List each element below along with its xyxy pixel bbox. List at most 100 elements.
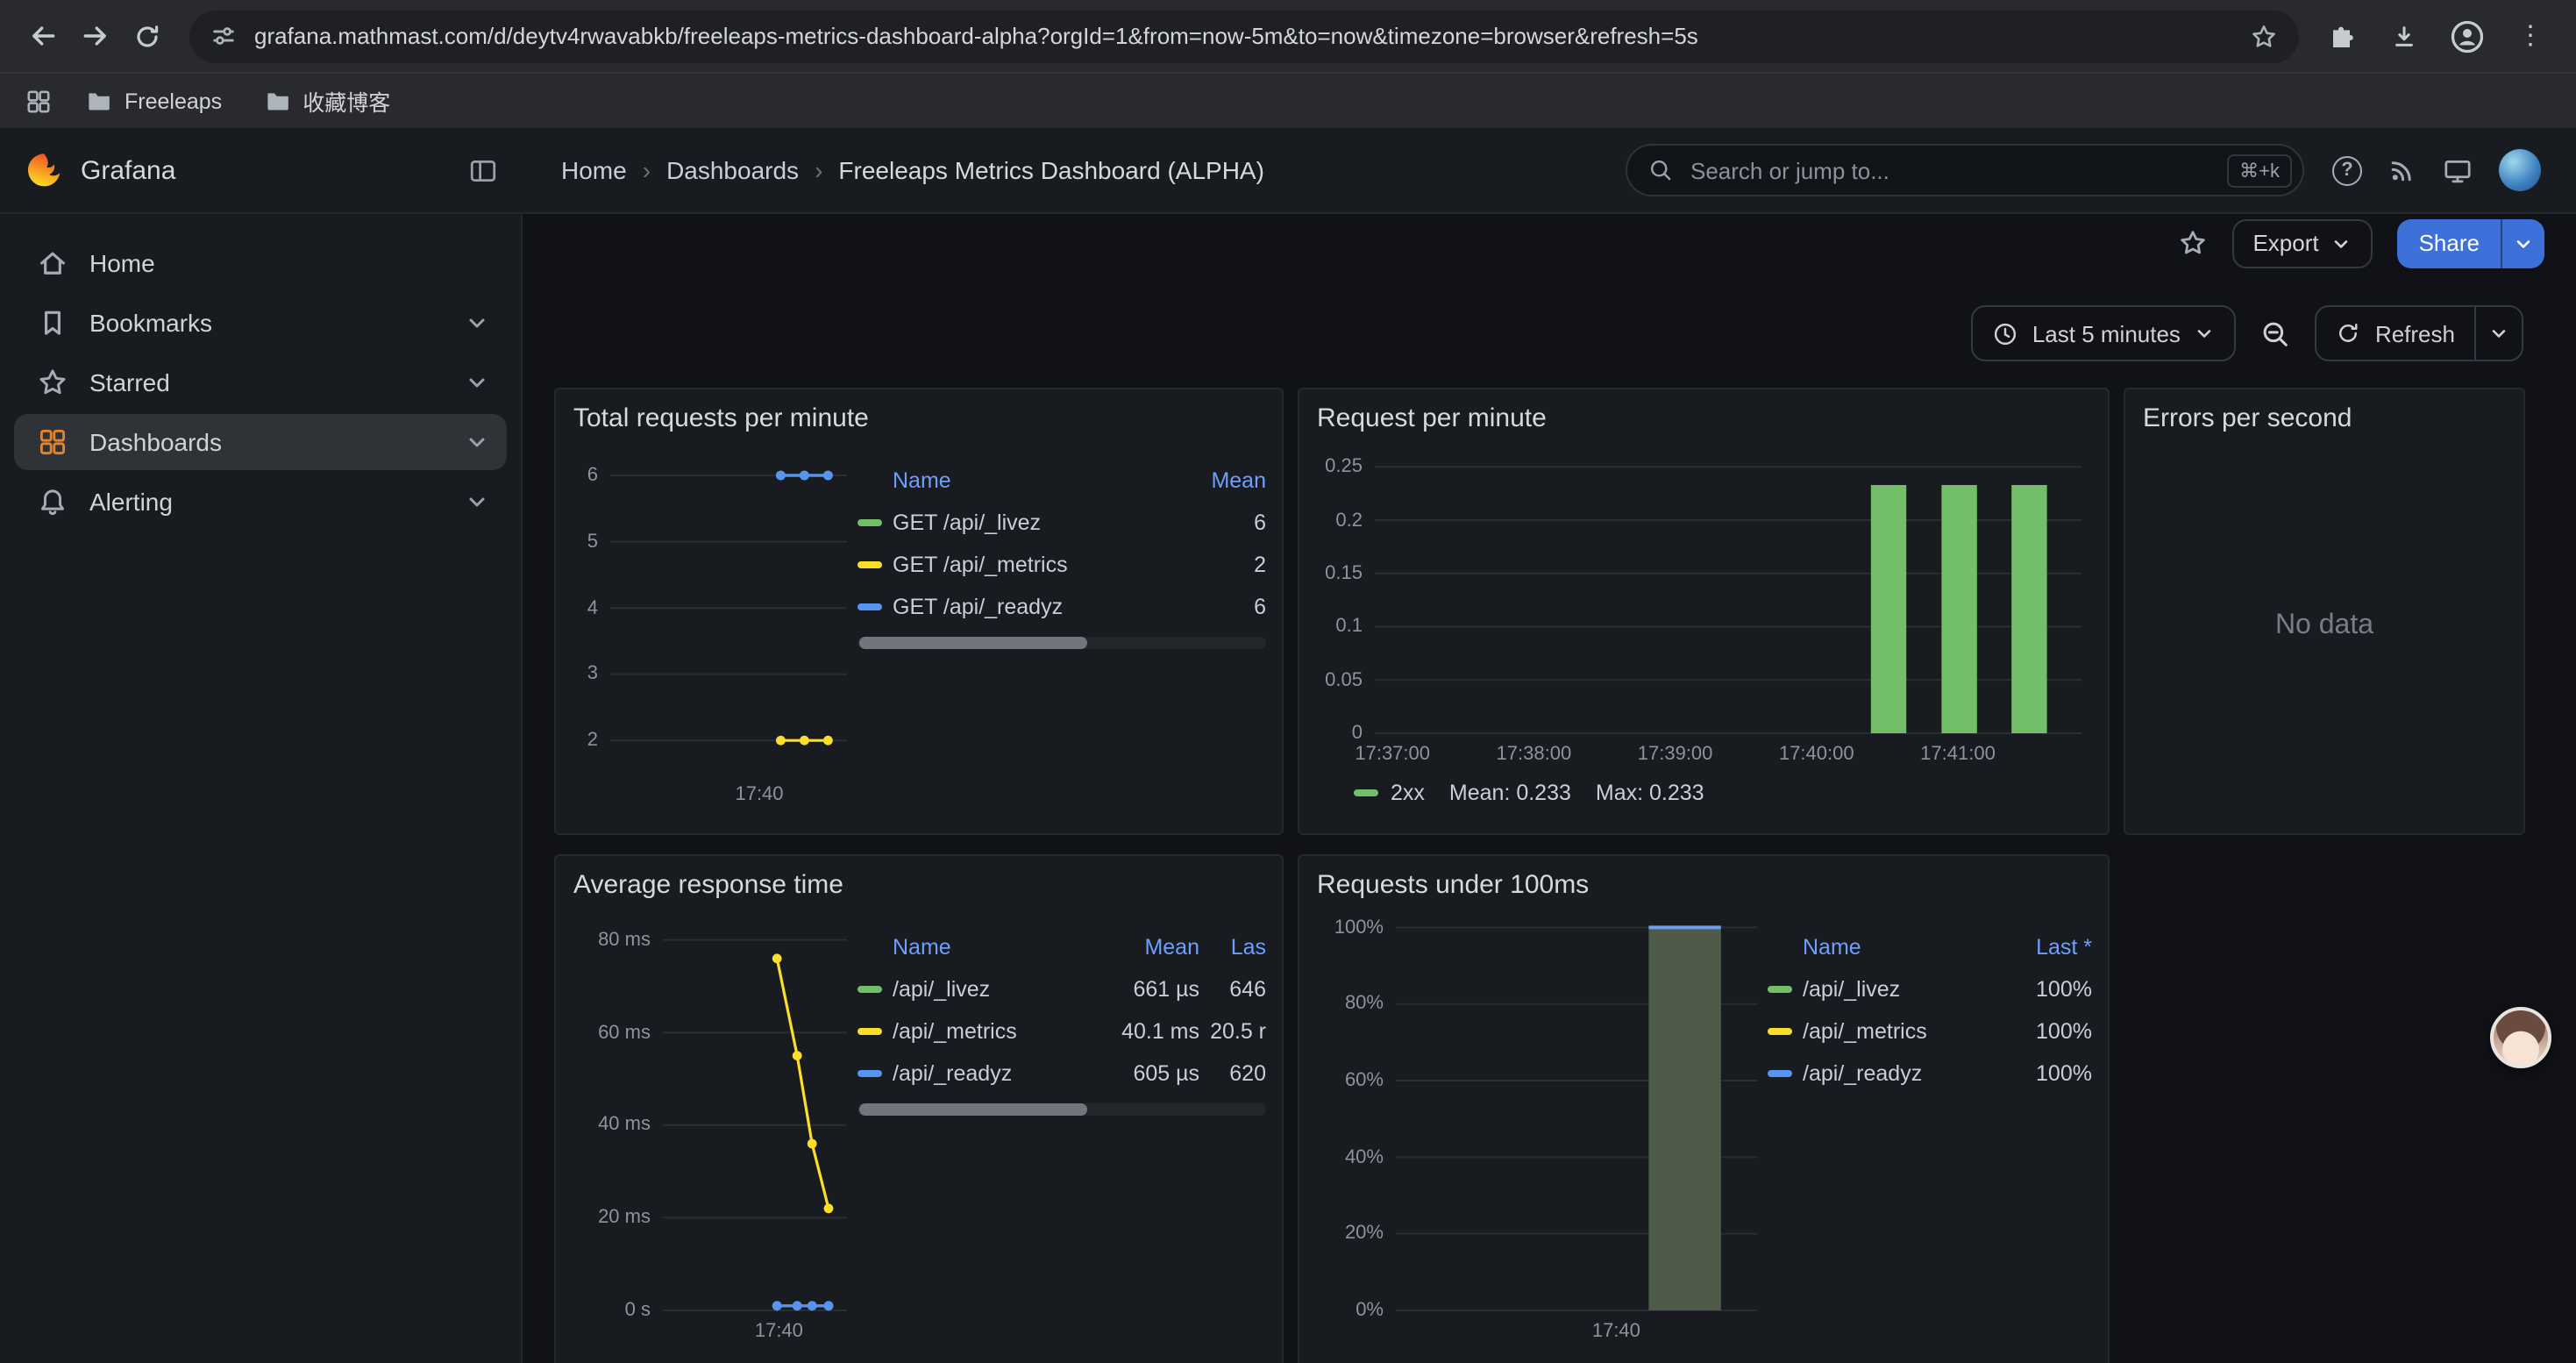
time-range-picker[interactable]: Last 5 minutes	[1971, 305, 2237, 361]
share-split-button: Share	[2398, 218, 2544, 268]
home-icon	[37, 247, 68, 279]
series-mean-value: 6	[1175, 510, 1266, 535]
chevron-down-icon[interactable]	[465, 310, 489, 335]
grafana-user-avatar[interactable]	[2499, 149, 2541, 191]
monitor-icon[interactable]	[2443, 155, 2473, 185]
refresh-interval-caret[interactable]	[2474, 307, 2522, 360]
series-name: /api/_metrics	[893, 1019, 1094, 1044]
series-last-value: 100%	[2008, 1019, 2092, 1044]
legend-row[interactable]: /api/_livez 661 µs 646	[857, 968, 1266, 1010]
chevron-down-icon	[2513, 232, 2534, 253]
export-button[interactable]: Export	[2231, 218, 2373, 268]
sidebar-item-label: Home	[89, 249, 155, 277]
bar-chart[interactable]: 0.250.20.150.10.05017:37:0017:38:0017:39…	[1315, 446, 2092, 768]
zoom-out-button[interactable]	[2261, 318, 2291, 348]
panel-title[interactable]: Total requests per minute	[573, 403, 1266, 433]
legend-header-name[interactable]: Name	[1803, 935, 2008, 960]
panel-title[interactable]: Average response time	[573, 870, 1266, 900]
legend-scrollbar-track[interactable]	[857, 1103, 1266, 1116]
panel-average-response-time: Average response time 80 ms60 ms40 ms20 …	[554, 854, 1284, 1363]
grafana-logo[interactable]	[25, 151, 63, 189]
legend-row[interactable]: GET /api/_metrics 2	[857, 544, 1266, 586]
search-box[interactable]: ⌘+k	[1626, 144, 2304, 196]
legend-header-mean[interactable]: Mean	[1094, 935, 1199, 960]
bookmark-star-icon[interactable]	[2250, 22, 2278, 50]
chart-canvas[interactable]	[1315, 912, 1768, 1345]
forward-button[interactable]	[70, 11, 119, 61]
sidebar-item-label: Starred	[89, 368, 170, 396]
sidebar-item-starred[interactable]: Starred	[14, 354, 507, 410]
chart-canvas[interactable]	[1315, 446, 2092, 768]
folder-icon	[86, 88, 112, 114]
time-range-label: Last 5 minutes	[2032, 320, 2181, 346]
browser-profile-avatar[interactable]	[2443, 11, 2492, 61]
url-bar-input[interactable]	[254, 23, 2232, 49]
series-mean-value: 605 µs	[1094, 1061, 1199, 1086]
legend-row[interactable]: /api/_metrics 40.1 ms 20.5 r	[857, 1010, 1266, 1053]
legend-table: Name Mean Las /api/_livez 661 µs 646	[857, 926, 1266, 1345]
legend-scrollbar-thumb[interactable]	[859, 637, 1088, 649]
timeseries-chart[interactable]: 80 ms60 ms40 ms20 ms0 s17:40	[572, 912, 857, 1345]
bookmark-item-freeleaps[interactable]: Freeleaps	[77, 82, 231, 119]
download-icon[interactable]	[2380, 11, 2429, 61]
bookmark-item-blog[interactable]: 收藏博客	[255, 79, 399, 123]
bookmark-icon	[37, 307, 68, 339]
legend-scrollbar-thumb[interactable]	[859, 1103, 1088, 1116]
sidebar-item-alerting[interactable]: Alerting	[14, 474, 507, 530]
breadcrumb-home[interactable]: Home	[561, 156, 627, 184]
legend-header-name[interactable]: Name	[893, 935, 1094, 960]
legend-header-last[interactable]: Last *	[2008, 935, 2092, 960]
reload-button[interactable]	[123, 11, 172, 61]
sidebar-item-home[interactable]: Home	[14, 235, 507, 291]
share-button[interactable]: Share	[2398, 218, 2501, 268]
legend-row[interactable]: 2xx Mean: 0.233 Max: 0.233	[1315, 772, 2092, 814]
refresh-button[interactable]: Refresh	[2317, 307, 2474, 360]
series-mean-value: 6	[1175, 595, 1266, 619]
assistant-avatar-widget[interactable]	[2490, 1007, 2551, 1068]
legend-scrollbar-track[interactable]	[857, 637, 1266, 649]
legend-row[interactable]: /api/_readyz 100%	[1768, 1053, 2092, 1095]
axis-tick-label: 17:40	[755, 1319, 803, 1344]
back-button[interactable]	[18, 11, 67, 61]
legend-header-name[interactable]: Name	[893, 468, 1175, 493]
panel-title[interactable]: Errors per second	[2143, 403, 2508, 433]
legend-row[interactable]: /api/_metrics 100%	[1768, 1010, 2092, 1053]
refresh-split-button: Refresh	[2316, 305, 2523, 361]
sidebar-item-bookmarks[interactable]: Bookmarks	[14, 295, 507, 351]
search-input[interactable]	[1687, 155, 2213, 185]
panel-request-per-minute: Request per minute 0.250.20.150.10.05017…	[1298, 388, 2110, 835]
chevron-down-icon[interactable]	[465, 430, 489, 454]
dock-sidebar-toggle-icon[interactable]	[468, 155, 498, 185]
omnibox[interactable]	[189, 10, 2299, 62]
legend-row[interactable]: GET /api/_livez 6	[857, 502, 1266, 544]
breadcrumb-dashboards[interactable]: Dashboards	[666, 156, 799, 184]
sidebar-item-dashboards[interactable]: Dashboards	[14, 414, 507, 470]
legend-header-mean[interactable]: Mean	[1175, 468, 1266, 493]
panel-title[interactable]: Requests under 100ms	[1317, 870, 2092, 900]
bookmark-label: 收藏博客	[302, 84, 390, 118]
extensions-icon[interactable]	[2316, 11, 2366, 61]
axis-tick-label: 17:40	[735, 782, 783, 807]
axis-tick-label: 0%	[1315, 1298, 1384, 1323]
chevron-down-icon[interactable]	[465, 370, 489, 395]
browser-menu-kebab[interactable]: ⋮	[2506, 11, 2555, 61]
chevron-down-icon[interactable]	[465, 489, 489, 514]
news-rss-icon[interactable]	[2388, 156, 2416, 184]
chart-canvas[interactable]	[572, 446, 857, 809]
legend-row[interactable]: /api/_livez 100%	[1768, 968, 2092, 1010]
legend-header-last[interactable]: Las	[1199, 935, 1266, 960]
help-icon[interactable]: ?	[2332, 155, 2362, 185]
axis-tick-label: 0.2	[1315, 508, 1363, 532]
legend-row[interactable]: /api/_readyz 605 µs 620	[857, 1053, 1266, 1095]
dashboard-main: Export Share Last 5 minutes	[523, 214, 2576, 1363]
panel-title[interactable]: Request per minute	[1317, 403, 2092, 433]
chevron-down-icon	[2331, 232, 2352, 253]
apps-grid-icon[interactable]	[25, 87, 53, 115]
favorite-star-icon[interactable]	[2177, 228, 2207, 258]
axis-tick-label: 17:37:00	[1355, 742, 1430, 767]
site-info-icon[interactable]	[210, 23, 237, 49]
bar-chart[interactable]: 100%80%60%40%20%0%17:40	[1315, 912, 1768, 1345]
timeseries-chart[interactable]: 6543217:40	[572, 446, 857, 809]
share-dropdown-caret[interactable]	[2501, 218, 2544, 268]
legend-row[interactable]: GET /api/_readyz 6	[857, 586, 1266, 628]
